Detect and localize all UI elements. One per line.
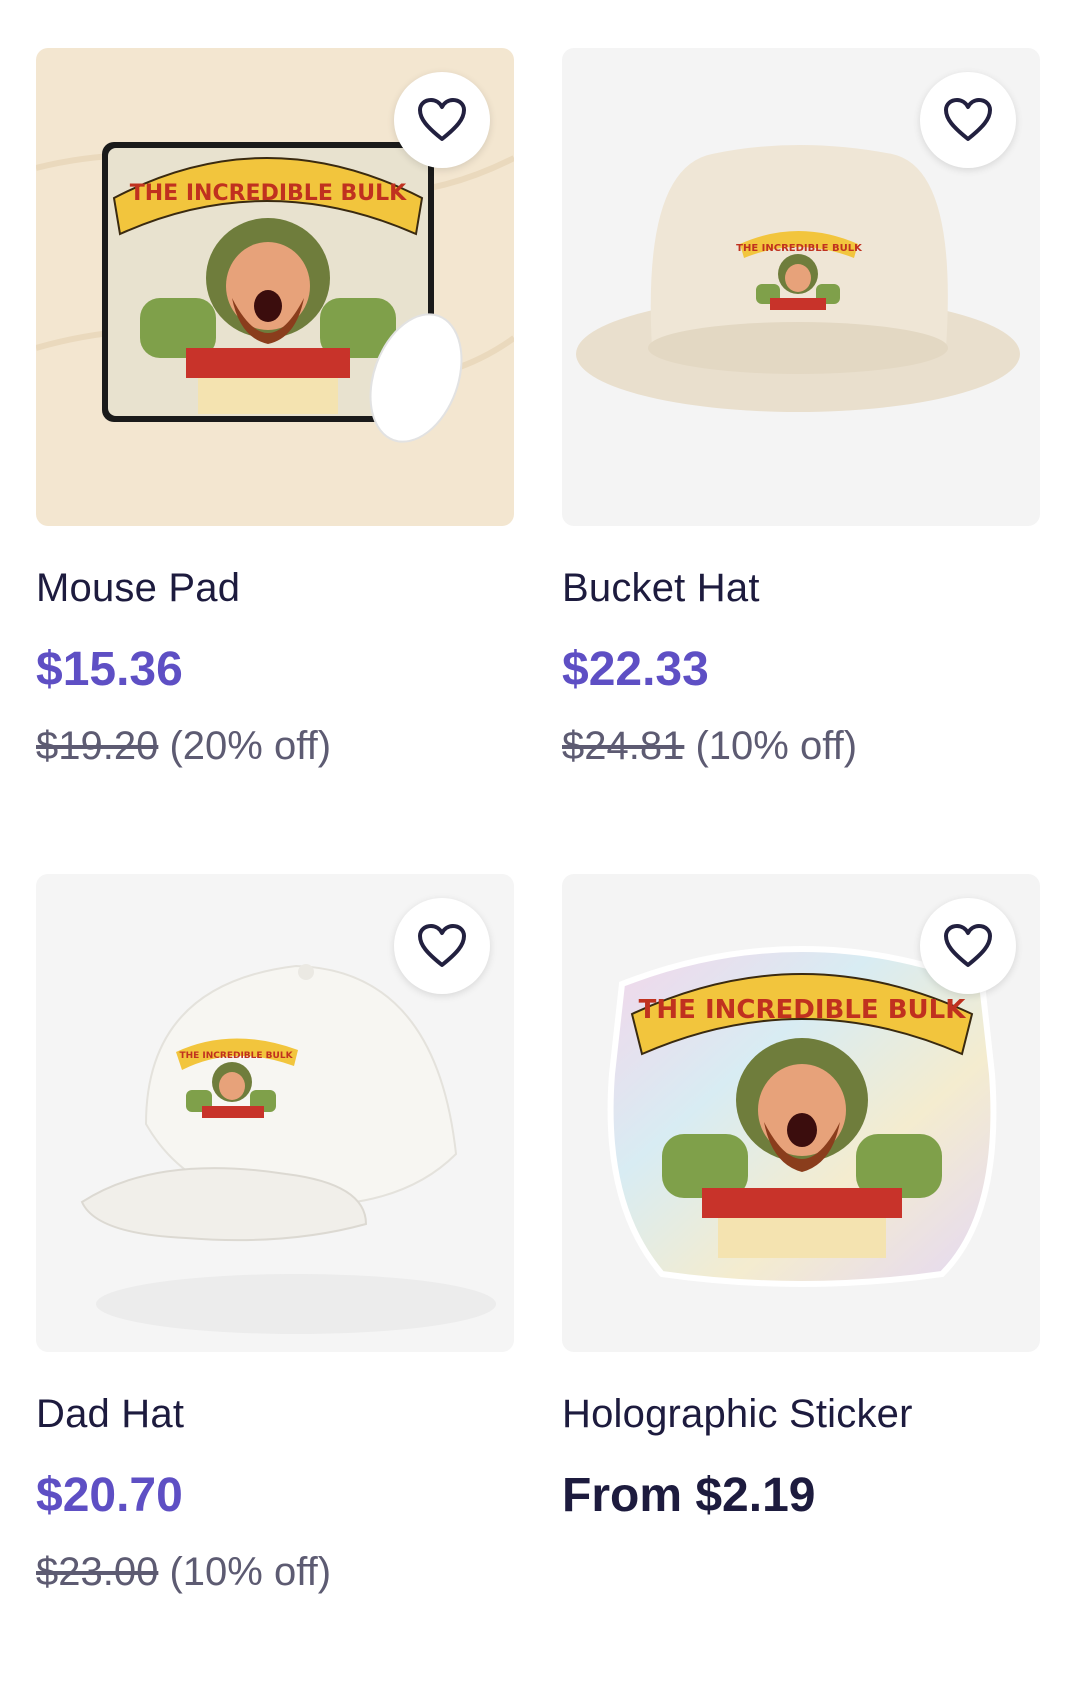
- favorite-button[interactable]: [920, 898, 1016, 994]
- product-image-mouse-pad[interactable]: THE INCREDIBLE BULK: [36, 48, 514, 526]
- product-title[interactable]: Holographic Sticker: [562, 1390, 1040, 1438]
- heart-outline-icon: [944, 924, 992, 967]
- favorite-button[interactable]: [394, 898, 490, 994]
- favorite-button[interactable]: [394, 72, 490, 168]
- product-price: $20.70: [36, 1469, 183, 1522]
- product-card-holographic-sticker[interactable]: THE INCREDIBLE BULK Holographic Sticker …: [562, 874, 1040, 1700]
- product-card-dad-hat[interactable]: THE INCREDIBLE BULK Dad Hat $20.70 $23.0…: [36, 874, 514, 1700]
- product-card-bucket-hat[interactable]: THE INCREDIBLE BULK Bucket Hat $22.33 $2…: [562, 48, 1040, 874]
- product-title[interactable]: Dad Hat: [36, 1390, 514, 1438]
- art-logo-text: THE INCREDIBLE BULK: [130, 181, 407, 206]
- original-price: $23.00: [36, 1550, 159, 1594]
- product-price: From $2.19: [562, 1469, 816, 1522]
- art-logo-text: THE INCREDIBLE BULK: [639, 995, 967, 1025]
- product-grid: THE INCREDIBLE BULK Mouse Pad $15.36 $19…: [36, 48, 1040, 1700]
- heart-outline-icon: [418, 924, 466, 967]
- discount-label: (10% off): [169, 1550, 332, 1594]
- product-title[interactable]: Bucket Hat: [562, 564, 1040, 612]
- original-price: $19.20: [36, 724, 159, 768]
- product-card-mouse-pad[interactable]: THE INCREDIBLE BULK Mouse Pad $15.36 $19…: [36, 48, 514, 874]
- art-logo-text: THE INCREDIBLE BULK: [179, 1051, 293, 1061]
- favorite-button[interactable]: [920, 72, 1016, 168]
- product-image-dad-hat[interactable]: THE INCREDIBLE BULK: [36, 874, 514, 1352]
- product-price: $15.36: [36, 643, 183, 696]
- original-price-line: $23.00 (10% off): [36, 1548, 514, 1596]
- original-price-line: $19.20 (20% off): [36, 722, 514, 770]
- product-image-bucket-hat[interactable]: THE INCREDIBLE BULK: [562, 48, 1040, 526]
- art-logo-text: THE INCREDIBLE BULK: [736, 243, 863, 254]
- original-price-line: $24.81 (10% off): [562, 722, 1040, 770]
- discount-label: (10% off): [695, 724, 858, 768]
- heart-outline-icon: [944, 98, 992, 141]
- original-price: $24.81: [562, 724, 685, 768]
- heart-outline-icon: [418, 98, 466, 141]
- product-image-holographic-sticker[interactable]: THE INCREDIBLE BULK: [562, 874, 1040, 1352]
- discount-label: (20% off): [169, 724, 332, 768]
- product-title[interactable]: Mouse Pad: [36, 564, 514, 612]
- product-price: $22.33: [562, 643, 709, 696]
